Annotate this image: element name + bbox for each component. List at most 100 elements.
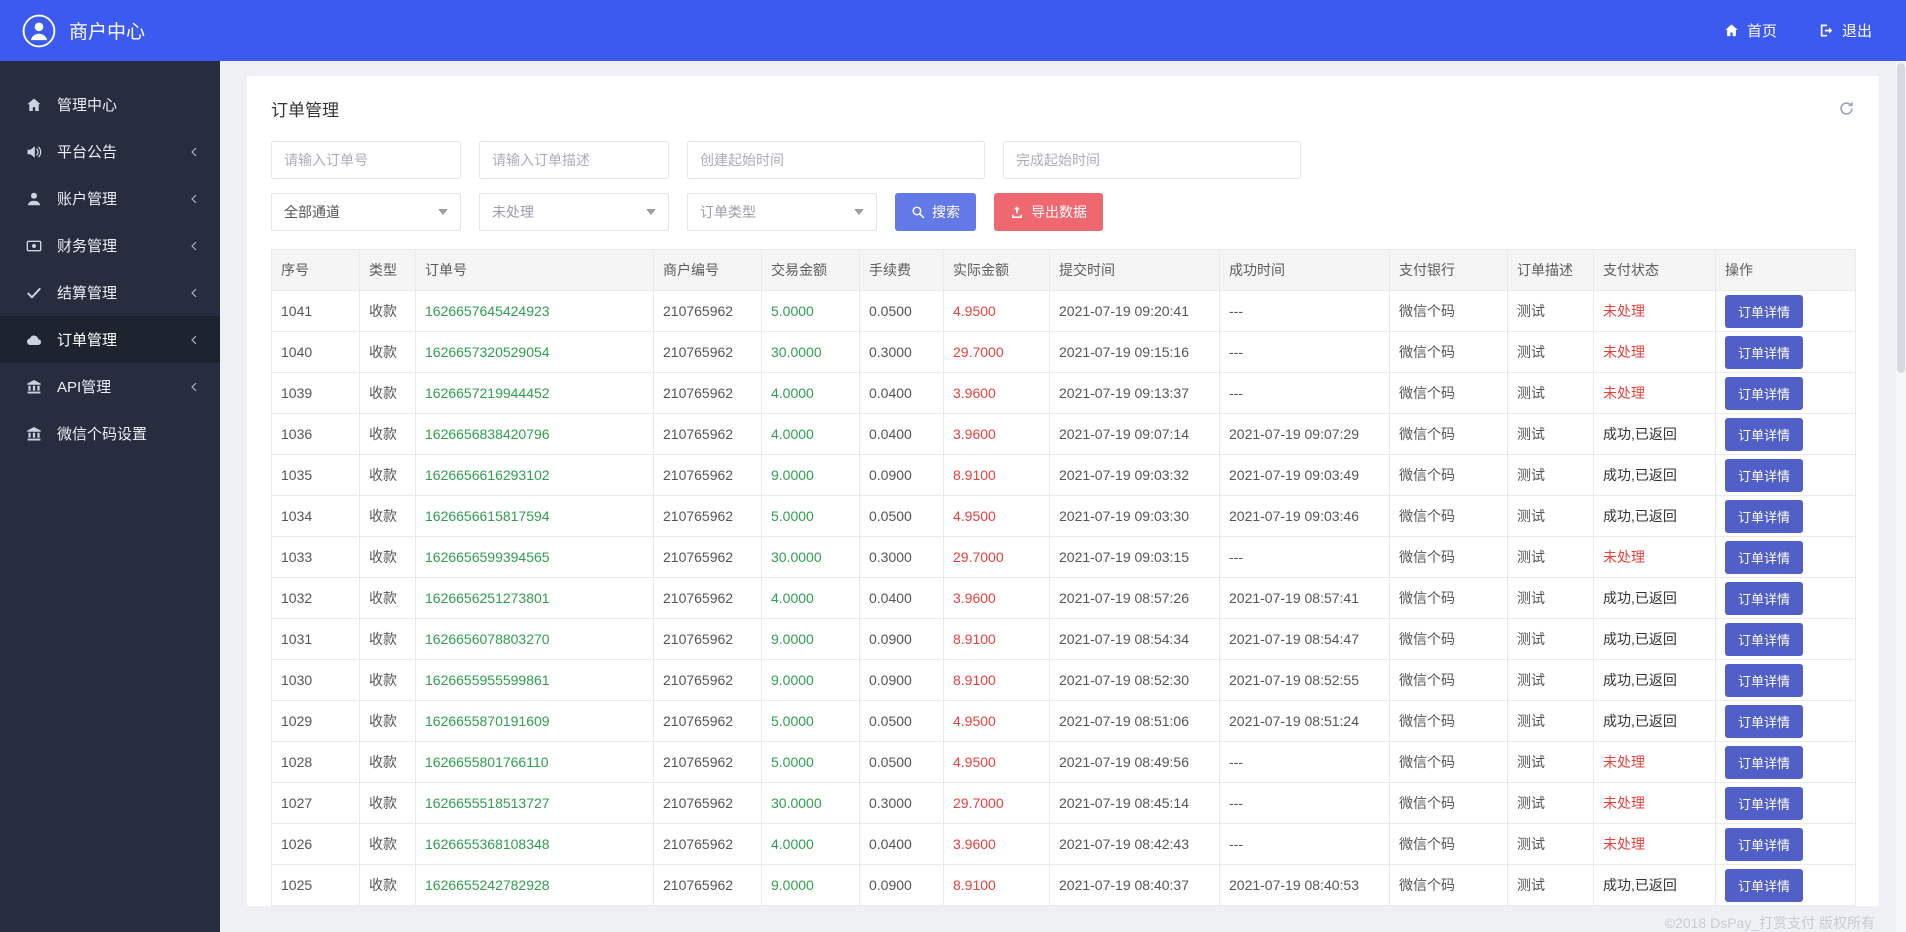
search-button-label: 搜索 — [932, 204, 960, 220]
sidebar-item-1[interactable]: 管理中心 — [0, 81, 220, 128]
order-detail-button[interactable]: 订单详情 — [1725, 745, 1804, 779]
cell-type: 收款 — [359, 782, 416, 824]
scrollbar[interactable] — [1896, 61, 1906, 932]
chevron-left-icon — [188, 240, 200, 252]
cell-merchant-no: 210765962 — [653, 659, 762, 701]
cell-pay-status: 成功,已返回 — [1593, 495, 1716, 537]
finish-time-input[interactable] — [1003, 141, 1301, 179]
cell-merchant-no: 210765962 — [653, 618, 762, 660]
cell-actual-amount: 4.9500 — [943, 741, 1050, 783]
topbar: 商户中心 首页 退出 — [0, 0, 1906, 61]
order-detail-button[interactable]: 订单详情 — [1725, 786, 1804, 820]
column-header: 订单号 — [415, 249, 654, 291]
sidebar-item-8[interactable]: 微信个码设置 — [0, 410, 220, 457]
cell-amount: 5.0000 — [761, 290, 860, 332]
cell-success-time: --- — [1219, 290, 1390, 332]
cell-submit-time: 2021-07-19 08:45:14 — [1049, 782, 1220, 824]
create-time-input[interactable] — [687, 141, 985, 179]
topnav-home[interactable]: 首页 — [1724, 20, 1777, 41]
order-detail-button[interactable]: 订单详情 — [1725, 581, 1804, 615]
order-desc-input[interactable] — [479, 141, 669, 179]
cell-pay-bank: 微信个码 — [1389, 700, 1508, 742]
type-select[interactable]: 订单类型 — [687, 193, 877, 231]
sidebar-item-7[interactable]: API管理 — [0, 363, 220, 410]
cell-serial: 1034 — [271, 495, 360, 537]
cell-order-desc: 测试 — [1507, 782, 1594, 824]
order-no-input[interactable] — [271, 141, 461, 179]
announcement-speaker-icon — [26, 144, 44, 160]
cell-pay-bank: 微信个码 — [1389, 577, 1508, 619]
brand[interactable]: 商户中心 — [22, 14, 145, 48]
cell-pay-status: 未处理 — [1593, 741, 1716, 783]
sidebar-item-5[interactable]: 结算管理 — [0, 269, 220, 316]
order-detail-button[interactable]: 订单详情 — [1725, 827, 1804, 861]
cell-actual-amount: 8.9100 — [943, 864, 1050, 906]
table-row: 1027 收款 1626655518513727 210765962 30.00… — [271, 782, 1856, 824]
account-user-icon — [26, 191, 44, 207]
copyright: ©2018 DsPay_打赏支付 版权所有 — [1664, 915, 1875, 931]
order-detail-button[interactable]: 订单详情 — [1725, 704, 1804, 738]
cell-fee: 0.0500 — [859, 700, 944, 742]
cell-order-desc: 测试 — [1507, 495, 1594, 537]
home-icon — [1724, 23, 1739, 38]
refresh-icon[interactable] — [1838, 100, 1855, 117]
cell-amount: 5.0000 — [761, 700, 860, 742]
status-select[interactable]: 未处理 — [479, 193, 669, 231]
cell-serial: 1041 — [271, 290, 360, 332]
cell-submit-time: 2021-07-19 08:42:43 — [1049, 823, 1220, 865]
cell-order-no: 1626656078803270 — [415, 618, 654, 660]
order-detail-button[interactable]: 订单详情 — [1725, 868, 1804, 902]
cell-success-time: --- — [1219, 536, 1390, 578]
chevron-left-icon — [188, 287, 200, 299]
chevron-down-icon — [646, 209, 656, 215]
cell-amount: 30.0000 — [761, 331, 860, 373]
cell-merchant-no: 210765962 — [653, 454, 762, 496]
cell-merchant-no: 210765962 — [653, 290, 762, 332]
table-row: 1035 收款 1626656616293102 210765962 9.000… — [271, 454, 1856, 496]
cell-fee: 0.0900 — [859, 618, 944, 660]
order-detail-button[interactable]: 订单详情 — [1725, 663, 1804, 697]
cell-type: 收款 — [359, 331, 416, 373]
sidebar-item-4[interactable]: 财务管理 — [0, 222, 220, 269]
cell-success-time: --- — [1219, 823, 1390, 865]
order-detail-button[interactable]: 订单详情 — [1725, 499, 1804, 533]
cell-type: 收款 — [359, 700, 416, 742]
order-detail-button[interactable]: 订单详情 — [1725, 294, 1804, 328]
cell-action: 订单详情 — [1715, 577, 1856, 619]
scrollbar-thumb[interactable] — [1897, 63, 1905, 373]
sidebar-item-6[interactable]: 订单管理 — [0, 316, 220, 363]
cell-order-desc: 测试 — [1507, 536, 1594, 578]
cell-action: 订单详情 — [1715, 413, 1856, 455]
search-button[interactable]: 搜索 — [895, 193, 976, 231]
table-row: 1030 收款 1626655955599861 210765962 9.000… — [271, 659, 1856, 701]
order-detail-button[interactable]: 订单详情 — [1725, 458, 1804, 492]
search-icon — [911, 205, 925, 219]
column-header: 序号 — [271, 249, 360, 291]
order-detail-button[interactable]: 订单详情 — [1725, 540, 1804, 574]
cell-fee: 0.0900 — [859, 454, 944, 496]
cell-pay-bank: 微信个码 — [1389, 413, 1508, 455]
sidebar-item-2[interactable]: 平台公告 — [0, 128, 220, 175]
sidebar-menu: 管理中心 平台公告 账户管理 财务管理 结算管理 订单管理 API管理 微信个码… — [0, 81, 220, 457]
export-button[interactable]: 导出数据 — [994, 193, 1103, 231]
cell-serial: 1027 — [271, 782, 360, 824]
cell-amount: 9.0000 — [761, 659, 860, 701]
topnav-logout[interactable]: 退出 — [1819, 20, 1872, 41]
user-avatar-logo-icon — [22, 14, 56, 48]
order-detail-button[interactable]: 订单详情 — [1725, 417, 1804, 451]
order-detail-button[interactable]: 订单详情 — [1725, 335, 1804, 369]
cell-type: 收款 — [359, 864, 416, 906]
cell-action: 订单详情 — [1715, 290, 1856, 332]
cell-merchant-no: 210765962 — [653, 495, 762, 537]
order-detail-button[interactable]: 订单详情 — [1725, 376, 1804, 410]
table-row: 1025 收款 1626655242782928 210765962 9.000… — [271, 864, 1856, 906]
cell-merchant-no: 210765962 — [653, 823, 762, 865]
cell-success-time: --- — [1219, 331, 1390, 373]
cell-pay-bank: 微信个码 — [1389, 536, 1508, 578]
channel-select[interactable]: 全部通道 — [271, 193, 461, 231]
cell-actual-amount: 3.9600 — [943, 372, 1050, 414]
order-detail-button[interactable]: 订单详情 — [1725, 622, 1804, 656]
sidebar-item-3[interactable]: 账户管理 — [0, 175, 220, 222]
topnav-logout-label: 退出 — [1841, 23, 1872, 40]
cell-pay-status: 成功,已返回 — [1593, 413, 1716, 455]
